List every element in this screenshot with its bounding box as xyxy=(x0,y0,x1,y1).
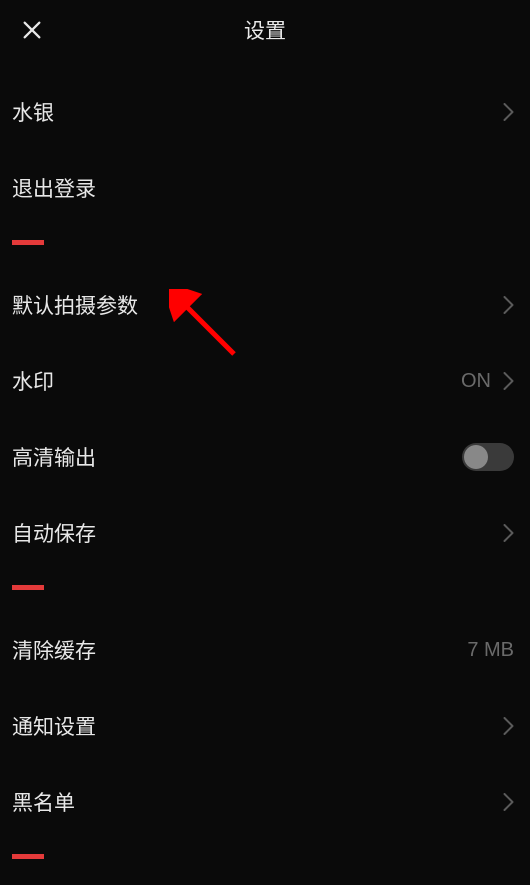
row-hd-output[interactable]: 高清输出 xyxy=(0,419,530,495)
row-label: 高清输出 xyxy=(12,442,96,472)
row-label: 清除缓存 xyxy=(12,635,96,665)
settings-list: 水银 退出登录 默认拍摄参数 水印 ON 高清输出 xyxy=(0,60,530,859)
row-notifications[interactable]: 通知设置 xyxy=(0,688,530,764)
chevron-right-icon xyxy=(503,372,514,390)
section-divider xyxy=(12,854,44,859)
row-label: 通知设置 xyxy=(12,711,96,741)
row-label: 水印 xyxy=(12,366,54,396)
close-icon xyxy=(21,19,43,41)
row-label: 默认拍摄参数 xyxy=(12,290,138,320)
row-shoot-params[interactable]: 默认拍摄参数 xyxy=(0,267,530,343)
toggle-knob xyxy=(464,445,488,469)
row-logout[interactable]: 退出登录 xyxy=(0,150,530,226)
row-label: 退出登录 xyxy=(12,173,96,203)
row-value: ON xyxy=(461,370,491,393)
row-account[interactable]: 水银 xyxy=(0,74,530,150)
row-label: 自动保存 xyxy=(12,518,96,548)
row-blacklist[interactable]: 黑名单 xyxy=(0,764,530,840)
page-title: 设置 xyxy=(244,15,286,45)
chevron-right-icon xyxy=(503,524,514,542)
close-button[interactable] xyxy=(18,16,46,44)
row-autosave[interactable]: 自动保存 xyxy=(0,495,530,571)
section-divider xyxy=(12,585,44,590)
section-divider xyxy=(12,240,44,245)
chevron-right-icon xyxy=(503,296,514,314)
row-clear-cache[interactable]: 清除缓存 7 MB xyxy=(0,612,530,688)
chevron-right-icon xyxy=(503,717,514,735)
header: 设置 xyxy=(0,0,530,60)
chevron-right-icon xyxy=(503,793,514,811)
row-label: 黑名单 xyxy=(12,787,75,817)
row-watermark[interactable]: 水印 ON xyxy=(0,343,530,419)
row-label: 水银 xyxy=(12,97,54,127)
chevron-right-icon xyxy=(503,103,514,121)
row-value: 7 MB xyxy=(467,639,514,662)
toggle-hd-output[interactable] xyxy=(462,443,514,471)
